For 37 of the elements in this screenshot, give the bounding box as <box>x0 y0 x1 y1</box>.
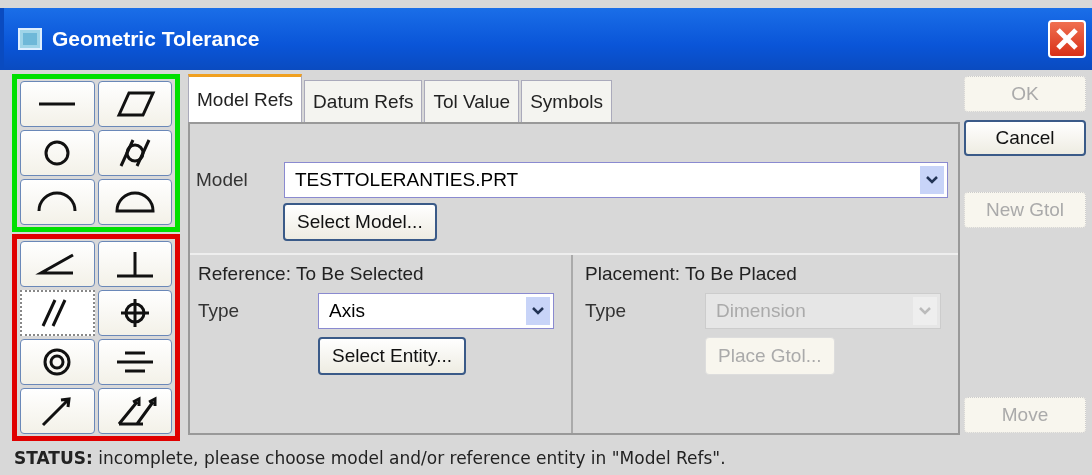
symbol-button[interactable] <box>20 81 95 127</box>
section-heading: Reference: To Be Selected <box>198 263 425 285</box>
select-model-button[interactable]: Select Model... <box>283 203 437 241</box>
model-dropdown[interactable]: TESTTOLERANTIES.PRT <box>284 162 948 198</box>
dialog-button[interactable]: Cancel <box>964 120 1086 156</box>
arc-icon <box>37 191 78 213</box>
window-title: Geometric Tolerance <box>52 27 261 51</box>
select-entity-button[interactable]: Select Entity... <box>318 337 467 375</box>
tab[interactable]: Tol Value <box>424 80 520 122</box>
symbol-button[interactable] <box>20 179 95 225</box>
symbol-button[interactable] <box>20 241 95 287</box>
symbol-button[interactable] <box>97 241 172 287</box>
perpendicular-icon <box>114 250 155 278</box>
symbol-button[interactable] <box>97 179 172 225</box>
type-dropdown[interactable]: Axis <box>318 293 554 329</box>
tab[interactable]: Symbols <box>521 80 613 122</box>
symbol-button[interactable] <box>20 388 95 434</box>
window-icon <box>18 28 42 50</box>
symbol-button[interactable] <box>97 290 172 336</box>
field-label: Model <box>196 169 249 191</box>
symbol-button[interactable] <box>20 290 95 336</box>
symbol-button[interactable] <box>97 81 172 127</box>
symbol-button[interactable] <box>20 339 95 385</box>
symbol-button[interactable] <box>97 339 172 385</box>
symbol-button[interactable] <box>97 130 172 176</box>
tab[interactable]: Model Refs <box>188 74 303 122</box>
line-icon <box>37 101 78 107</box>
section-heading: Placement: To Be Placed <box>585 263 798 285</box>
tab[interactable]: Datum Refs <box>304 80 423 122</box>
symbol-button[interactable] <box>97 388 172 434</box>
field-label: Type <box>585 300 628 322</box>
field-label: Type <box>198 300 241 322</box>
close-icon <box>1054 26 1080 52</box>
symbol-button[interactable] <box>20 130 95 176</box>
status-message: STATUS: incomplete, please choose model and/or reference entity in "Model Refs". <box>13 447 727 470</box>
three-lines-icon <box>114 350 155 374</box>
close-button[interactable] <box>1048 20 1086 58</box>
